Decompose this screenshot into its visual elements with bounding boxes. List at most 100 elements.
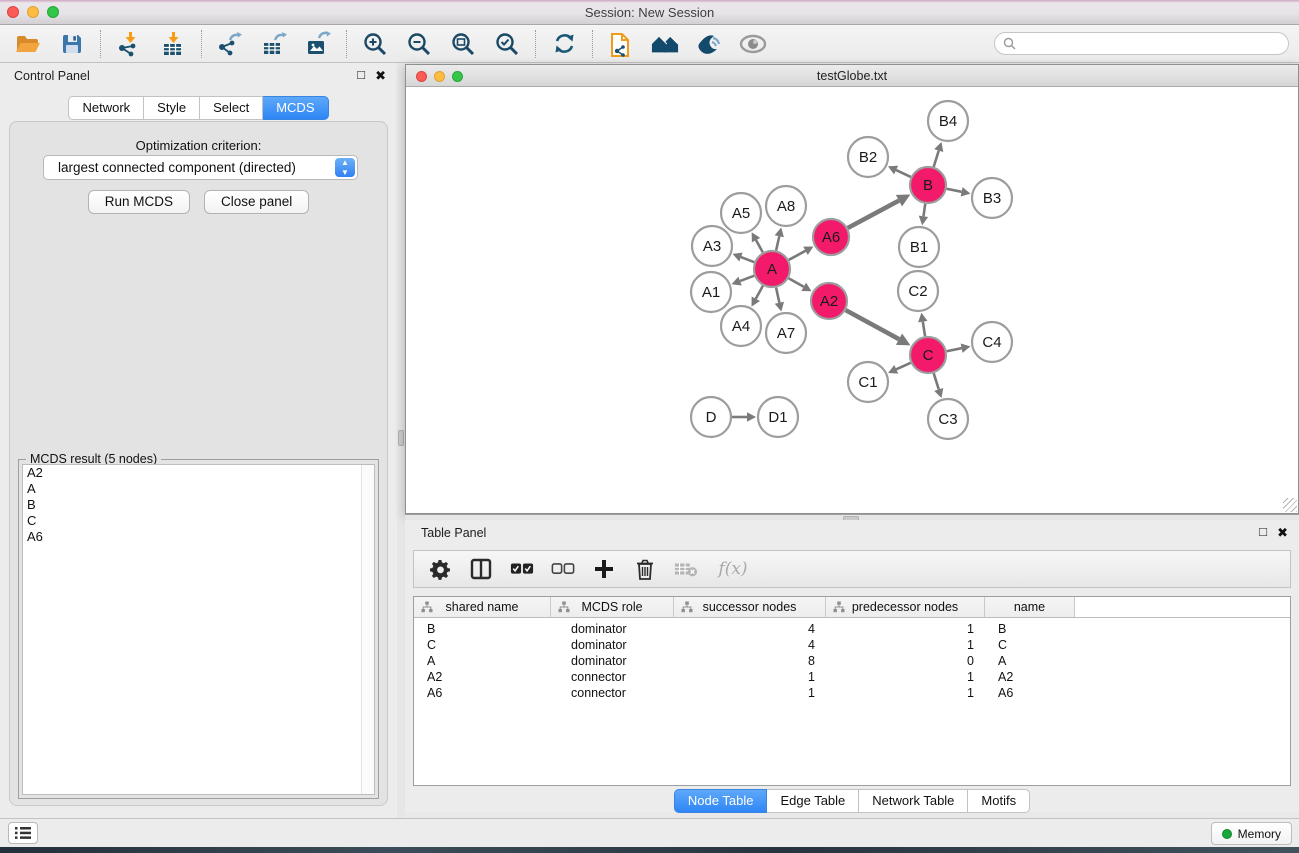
function-builder-icon[interactable]: f(x)	[715, 557, 751, 581]
tab-edge-table[interactable]: Edge Table	[767, 789, 859, 813]
graph-node-C[interactable]: C	[910, 337, 946, 373]
result-item-a[interactable]: A	[23, 481, 374, 497]
graph-node-B1[interactable]: B1	[899, 227, 939, 267]
mcds-result-list[interactable]: A2ABCA6	[22, 464, 375, 795]
refresh-icon[interactable]	[550, 30, 578, 58]
edge-A-A1[interactable]	[740, 276, 754, 281]
graph-node-A6[interactable]: A6	[813, 219, 849, 255]
result-item-a2[interactable]: A2	[23, 465, 374, 481]
result-scrollbar[interactable]	[361, 465, 374, 794]
import-table-icon[interactable]	[159, 30, 187, 58]
tab-network-table[interactable]: Network Table	[859, 789, 968, 813]
save-session-icon[interactable]	[58, 30, 86, 58]
edge-B-B2[interactable]	[896, 170, 911, 177]
network-document-icon[interactable]	[607, 30, 635, 58]
edge-C-C2[interactable]	[923, 322, 925, 337]
column-panel-icon[interactable]	[469, 557, 493, 581]
graph-node-B3[interactable]: B3	[972, 178, 1012, 218]
table-row-c[interactable]: Cdominator41C	[414, 637, 1290, 653]
close-panel-icon[interactable]: ✖	[375, 68, 386, 84]
edge-A-A5[interactable]	[756, 240, 763, 252]
tab-motifs[interactable]: Motifs	[968, 789, 1030, 813]
graph-node-B2[interactable]: B2	[848, 137, 888, 177]
table-row-a2[interactable]: A2connector11A2	[414, 669, 1290, 685]
tab-style[interactable]: Style	[144, 96, 200, 120]
criterion-dropdown[interactable]: largest connected component (directed) ▲…	[43, 155, 358, 180]
edge-B-B1[interactable]	[923, 204, 925, 217]
delete-table-icon[interactable]	[674, 557, 698, 581]
network-canvas[interactable]: B4B2BB3A5A8A6A3B1AA1A2C2A4A7CC4C1C3DD1	[406, 87, 1298, 513]
edge-C-C1[interactable]	[896, 363, 910, 369]
style-eye-icon[interactable]	[695, 30, 723, 58]
export-table-icon[interactable]	[260, 30, 288, 58]
edge-A-A2[interactable]	[789, 278, 804, 287]
edge-A-A3[interactable]	[741, 257, 754, 262]
memory-button[interactable]: Memory	[1211, 822, 1292, 845]
edge-C-C4[interactable]	[947, 348, 962, 351]
graph-node-A7[interactable]: A7	[766, 313, 806, 353]
float-panel-icon[interactable]: □	[357, 67, 365, 82]
column-header-predecessor-nodes[interactable]: predecessor nodes	[826, 597, 985, 617]
deselect-all-icon[interactable]	[551, 557, 575, 581]
settings-gear-icon[interactable]	[428, 557, 452, 581]
edge-B-B3[interactable]	[947, 189, 962, 192]
birds-eye-view-icon[interactable]	[739, 30, 767, 58]
result-item-c[interactable]: C	[23, 513, 374, 529]
graph-node-B[interactable]: B	[910, 167, 946, 203]
delete-column-icon[interactable]	[633, 557, 657, 581]
zoom-in-icon[interactable]	[361, 30, 389, 58]
graph-node-C1[interactable]: C1	[848, 362, 888, 402]
table-row-a6[interactable]: A6connector11A6	[414, 685, 1290, 701]
column-header-shared-name[interactable]: shared name	[414, 597, 551, 617]
column-header-mcds-role[interactable]: MCDS role	[551, 597, 674, 617]
edge-A-A8[interactable]	[776, 236, 779, 250]
edge-C-C3[interactable]	[934, 373, 939, 389]
zoom-out-icon[interactable]	[405, 30, 433, 58]
import-network-icon[interactable]	[115, 30, 143, 58]
edge-A6-B[interactable]	[848, 201, 899, 228]
table-row-b[interactable]: Bdominator41B	[414, 621, 1290, 637]
graph-node-A8[interactable]: A8	[766, 186, 806, 226]
graph-node-A[interactable]: A	[754, 251, 790, 287]
result-item-b[interactable]: B	[23, 497, 374, 513]
task-history-button[interactable]	[8, 822, 38, 844]
column-header-name[interactable]: name	[985, 597, 1075, 617]
graph-node-C3[interactable]: C3	[928, 399, 968, 439]
close-panel-button[interactable]: Close panel	[204, 190, 309, 214]
table-row-a[interactable]: Adominator80A	[414, 653, 1290, 669]
run-mcds-button[interactable]: Run MCDS	[88, 190, 190, 214]
result-item-a6[interactable]: A6	[23, 529, 374, 545]
window-resize-grip[interactable]	[1283, 498, 1297, 512]
divider-handle[interactable]	[398, 430, 404, 446]
open-file-icon[interactable]	[14, 30, 42, 58]
edge-A2-C[interactable]	[846, 310, 899, 339]
tab-network[interactable]: Network	[68, 96, 144, 120]
zoom-fit-icon[interactable]	[449, 30, 477, 58]
graph-node-A3[interactable]: A3	[692, 226, 732, 266]
tab-node-table[interactable]: Node Table	[674, 789, 768, 813]
vertical-split-divider[interactable]	[397, 63, 405, 818]
close-panel-icon[interactable]: ✖	[1277, 525, 1288, 541]
node-table[interactable]: shared nameMCDS rolesuccessor nodesprede…	[413, 596, 1291, 786]
search-input[interactable]	[1016, 37, 1266, 51]
home-icon[interactable]	[651, 30, 679, 58]
search-field[interactable]	[994, 32, 1289, 55]
graph-node-D1[interactable]: D1	[758, 397, 798, 437]
graph-node-C2[interactable]: C2	[898, 271, 938, 311]
graph-node-A2[interactable]: A2	[811, 283, 847, 319]
edge-A-A6[interactable]	[789, 251, 806, 260]
graph-node-A1[interactable]: A1	[691, 272, 731, 312]
add-column-icon[interactable]	[592, 557, 616, 581]
graph-node-A5[interactable]: A5	[721, 193, 761, 233]
column-header-successor-nodes[interactable]: successor nodes	[674, 597, 826, 617]
edge-B-B4[interactable]	[934, 151, 939, 167]
network-window-titlebar[interactable]: testGlobe.txt	[406, 65, 1298, 87]
tab-select[interactable]: Select	[200, 96, 263, 120]
edge-A-A7[interactable]	[776, 288, 779, 303]
select-all-icon[interactable]	[510, 557, 534, 581]
edge-A-A4[interactable]	[756, 286, 763, 299]
graph-node-D[interactable]: D	[691, 397, 731, 437]
tab-mcds[interactable]: MCDS	[263, 96, 328, 120]
export-image-icon[interactable]	[304, 30, 332, 58]
float-panel-icon[interactable]: □	[1259, 524, 1267, 539]
